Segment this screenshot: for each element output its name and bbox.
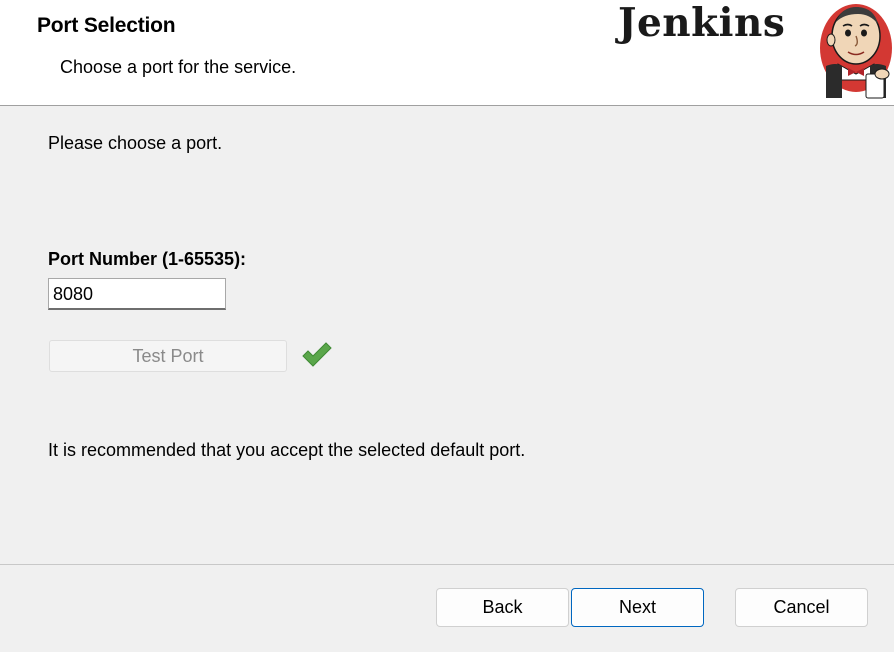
footer-divider xyxy=(0,564,894,565)
checkmark-icon xyxy=(302,342,332,367)
header-banner: Port Selection Choose a port for the ser… xyxy=(0,0,894,105)
port-number-input[interactable] xyxy=(48,278,226,310)
installer-window: Port Selection Choose a port for the ser… xyxy=(0,0,894,652)
cancel-button[interactable]: Cancel xyxy=(735,588,868,627)
jenkins-butler-icon xyxy=(820,4,892,99)
instruction-text: Please choose a port. xyxy=(48,133,223,153)
recommendation-text: It is recommended that you accept the se… xyxy=(48,440,526,460)
header-divider xyxy=(0,105,894,106)
back-button[interactable]: Back xyxy=(436,588,569,627)
jenkins-logo-text: Jenkins xyxy=(618,0,786,46)
next-button[interactable]: Next xyxy=(571,588,704,627)
port-number-label: Port Number (1-65535): xyxy=(48,249,247,269)
page-title: Port Selection xyxy=(37,14,176,37)
test-port-button[interactable]: Test Port xyxy=(49,340,287,372)
page-subtitle: Choose a port for the service. xyxy=(60,57,297,77)
